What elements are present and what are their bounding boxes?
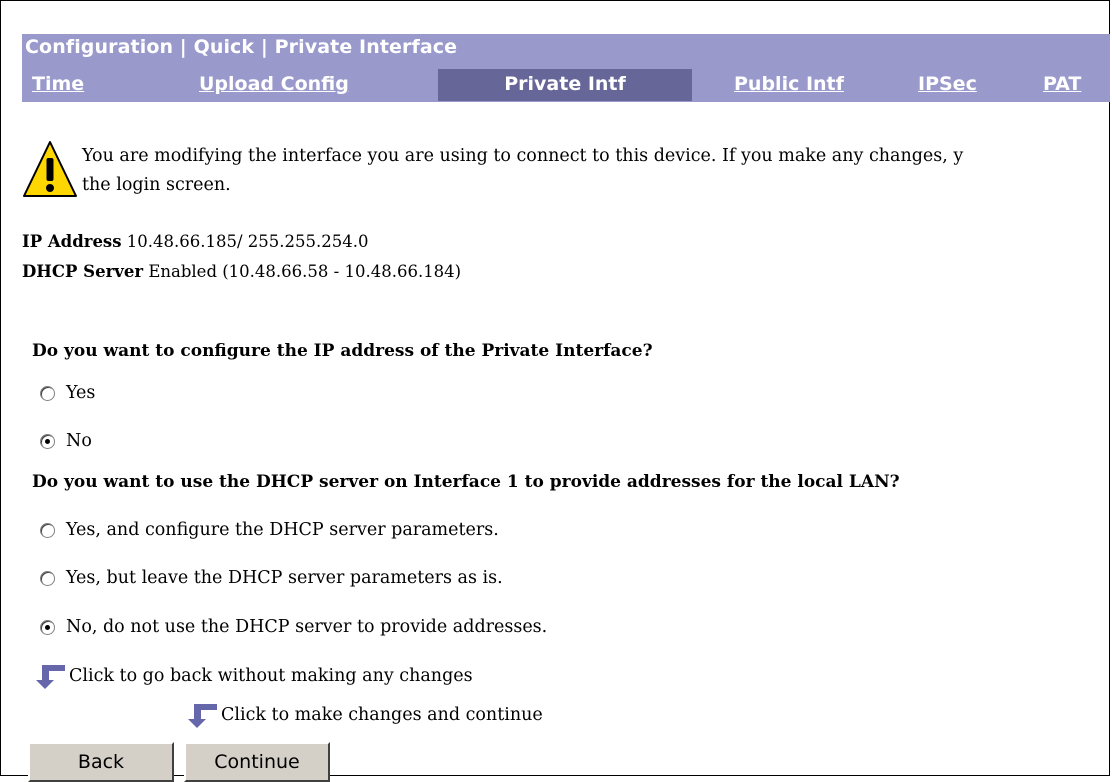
ip-address-label: IP Address xyxy=(22,232,122,251)
radio-dhcp-no[interactable]: No, do not use the DHCP server to provid… xyxy=(40,616,547,638)
hint-back: Click to go back without making any chan… xyxy=(34,663,473,689)
tab-upload-config[interactable]: Upload Config xyxy=(199,69,349,101)
tab-time[interactable]: Time xyxy=(32,69,84,101)
warning-message: You are modifying the interface you are … xyxy=(82,142,1112,200)
hint-back-text: Click to go back without making any chan… xyxy=(69,666,473,686)
hint-continue: Click to make changes and continue xyxy=(186,702,543,728)
continue-button[interactable]: Continue xyxy=(184,742,330,782)
nav-header: Configuration | Quick | Private Interfac… xyxy=(22,34,1110,102)
radio-button[interactable] xyxy=(40,385,55,401)
tab-public-intf[interactable]: Public Intf xyxy=(734,69,844,101)
question-configure-ip: Do you want to configure the IP address … xyxy=(32,341,653,361)
radio-dhcp-leave[interactable]: Yes, but leave the DHCP server parameter… xyxy=(40,567,503,589)
warning-line-2: the login screen. xyxy=(82,175,231,195)
radio-ip-yes[interactable]: Yes xyxy=(40,382,95,404)
radio-label: No, do not use the DHCP server to provid… xyxy=(66,617,548,637)
tab-ipsec[interactable]: IPSec xyxy=(918,69,977,101)
radio-button[interactable] xyxy=(40,522,55,538)
radio-label: No xyxy=(66,431,92,451)
radio-label: Yes, but leave the DHCP server parameter… xyxy=(66,568,503,588)
down-arrow-icon xyxy=(36,665,65,689)
question-dhcp-server: Do you want to use the DHCP server on In… xyxy=(32,472,900,492)
ip-address-info: IP Address 10.48.66.185/ 255.255.254.0 xyxy=(22,232,369,251)
radio-dhcp-configure[interactable]: Yes, and configure the DHCP server param… xyxy=(40,519,499,541)
radio-label: Yes, and configure the DHCP server param… xyxy=(66,520,499,540)
back-button[interactable]: Back xyxy=(28,742,174,782)
radio-button[interactable] xyxy=(40,619,55,635)
tab-private-intf[interactable]: Private Intf xyxy=(438,69,692,101)
radio-button[interactable] xyxy=(40,433,55,449)
breadcrumb: Configuration | Quick | Private Interfac… xyxy=(25,36,458,58)
down-arrow-icon xyxy=(188,704,217,728)
tab-pat[interactable]: PAT xyxy=(1043,69,1081,101)
radio-label: Yes xyxy=(66,383,96,403)
radio-ip-no[interactable]: No xyxy=(40,430,92,452)
dhcp-server-label: DHCP Server xyxy=(22,262,144,281)
radio-button[interactable] xyxy=(40,570,55,586)
dhcp-server-info: DHCP Server Enabled (10.48.66.58 - 10.48… xyxy=(22,262,461,281)
warning-triangle-icon xyxy=(23,141,77,197)
hint-continue-text: Click to make changes and continue xyxy=(221,705,543,725)
warning-line-1: You are modifying the interface you are … xyxy=(82,146,964,166)
ip-address-value: 10.48.66.185/ 255.255.254.0 xyxy=(126,232,369,251)
dhcp-server-value: Enabled (10.48.66.58 - 10.48.66.184) xyxy=(148,262,462,281)
page-frame xyxy=(0,0,1110,776)
